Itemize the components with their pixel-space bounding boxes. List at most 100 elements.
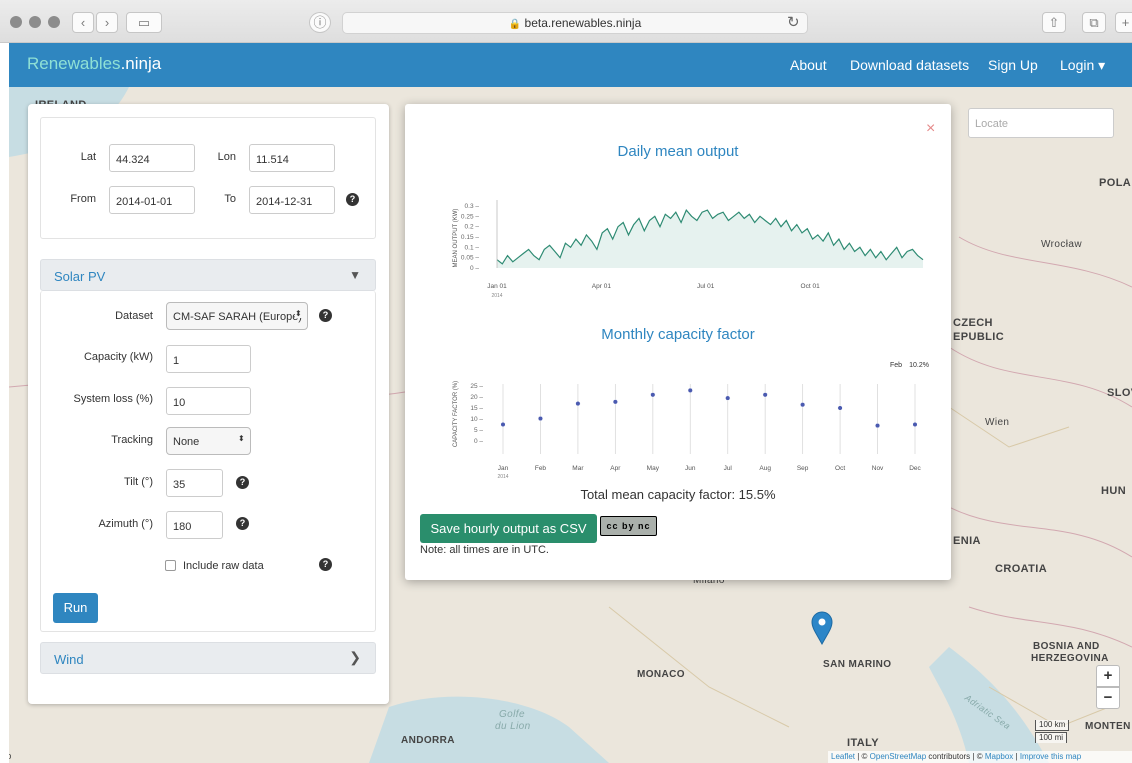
- monthly-x-tick: Jan: [498, 465, 509, 472]
- monthly-x-tick: Nov: [872, 465, 884, 472]
- close-window-dot[interactable]: [10, 16, 22, 28]
- monthly-x-tick: Dec: [909, 465, 921, 472]
- map-label-republic: EPUBLIC: [953, 331, 1005, 343]
- address-bar[interactable]: 🔒 beta.renewables.ninja: [342, 12, 808, 34]
- azimuth-label: Azimuth (°): [98, 518, 153, 530]
- run-button[interactable]: Run: [53, 593, 98, 623]
- save-csv-button[interactable]: Save hourly output as CSV: [420, 514, 597, 543]
- scale-mi: 100 mi: [1035, 732, 1068, 743]
- map-label-bosnia: BOSNIA AND: [1033, 641, 1100, 652]
- to-date-input[interactable]: 2014-12-31: [249, 186, 335, 214]
- monthly-x-tick: Apr: [610, 465, 621, 472]
- tracking-label: Tracking: [111, 434, 153, 446]
- monthly-y-tick: 5 –: [474, 427, 483, 434]
- monthly-point: [650, 392, 656, 398]
- include-raw-checkbox[interactable]: [165, 560, 176, 571]
- monthly-point: [912, 421, 918, 428]
- azimuth-help-icon[interactable]: ?: [236, 517, 249, 530]
- monthly-x-tick: Jul: [724, 465, 733, 472]
- solar-pv-header[interactable]: Solar PV ▼: [40, 259, 376, 291]
- monthly-x-tick: Jun: [685, 465, 696, 472]
- capacity-input[interactable]: 1: [166, 345, 251, 373]
- locate-input[interactable]: Locate: [968, 108, 1114, 138]
- map-label-czech: CZECH: [953, 317, 993, 329]
- share-icon[interactable]: ⇧: [1042, 12, 1066, 33]
- reload-icon[interactable]: ↻: [787, 13, 800, 31]
- map-label-poland: POLA: [1099, 177, 1132, 189]
- daily-y-tick: 0 –: [470, 265, 479, 272]
- monthly-point: [612, 399, 618, 405]
- to-label: To: [224, 193, 236, 205]
- forward-button[interactable]: ›: [96, 12, 118, 33]
- solar-pv-title: Solar PV: [54, 269, 106, 284]
- map-label-san-marino: SAN MARINO: [823, 659, 892, 670]
- dataset-help-icon[interactable]: ?: [319, 309, 332, 322]
- lat-input[interactable]: 44.324: [109, 144, 195, 172]
- wind-header[interactable]: Wind ❯: [40, 642, 376, 674]
- url-text: beta.renewables.ninja: [524, 16, 642, 30]
- brand-logo[interactable]: Renewables.ninja: [27, 54, 161, 74]
- zoom-in-button[interactable]: +: [1096, 665, 1120, 687]
- back-button[interactable]: ‹: [72, 12, 94, 33]
- tilt-input[interactable]: 35: [166, 469, 223, 497]
- monthly-x-tick: Mar: [572, 465, 584, 472]
- dataset-select-arrow-icon: ⬍: [295, 309, 302, 318]
- daily-y-tick: 0.05 –: [461, 255, 479, 262]
- from-date-input[interactable]: 2014-01-01: [109, 186, 195, 214]
- tilt-label: Tilt (°): [123, 476, 153, 488]
- monthly-x-tick: Sep: [797, 465, 809, 472]
- zoom-window-dot[interactable]: [48, 16, 60, 28]
- daily-y-tick: 0.2 –: [465, 224, 480, 231]
- azimuth-input[interactable]: 180: [166, 511, 223, 539]
- nav-login[interactable]: Login ▾: [1060, 57, 1105, 74]
- daily-x-tick: Oct 01: [801, 283, 821, 290]
- daily-y-tick: 0.3 –: [465, 203, 480, 210]
- new-tab-icon[interactable]: +: [1115, 12, 1132, 33]
- tabs-icon[interactable]: ⧉: [1082, 12, 1106, 33]
- nav-about[interactable]: About: [790, 57, 827, 73]
- chart-title-monthly: Monthly capacity factor: [601, 326, 755, 343]
- close-icon[interactable]: ×: [926, 120, 935, 138]
- tilt-help-icon[interactable]: ?: [236, 476, 249, 489]
- minimize-window-dot[interactable]: [29, 16, 41, 28]
- map-label-wroclaw: Wrocław: [1041, 239, 1082, 250]
- from-label: From: [70, 193, 96, 205]
- results-modal: × Daily mean output MEAN OUTPUT (KW) 0 – 0…: [405, 104, 951, 580]
- zoom-out-button[interactable]: −: [1096, 687, 1120, 709]
- lat-label: Lat: [80, 151, 96, 163]
- date-help-icon[interactable]: ?: [346, 193, 359, 206]
- cc-license-badge[interactable]: cc by nc: [600, 516, 657, 536]
- daily-y-axis-label: MEAN OUTPUT (KW): [453, 209, 459, 268]
- dataset-select[interactable]: CM-SAF SARAH (Europe): [166, 302, 308, 330]
- mapbox-link[interactable]: Mapbox: [985, 752, 1013, 761]
- monthly-point: [500, 421, 506, 428]
- sidebar-toggle-icon[interactable]: ▭: [126, 12, 162, 33]
- osm-link[interactable]: OpenStreetMap: [870, 752, 926, 761]
- lon-input[interactable]: 11.514: [249, 144, 335, 172]
- capacity-label: Capacity (kW): [83, 351, 153, 363]
- chart-title-daily: Daily mean output: [617, 143, 739, 160]
- map-label-montenegro: MONTEN: [1085, 721, 1131, 732]
- daily-output-chart: MEAN OUTPUT (KW) 0 – 0.05 – 0.1 – 0.15 – 0.2 …: [453, 200, 924, 299]
- monthly-x-tick-year: 2014: [497, 474, 508, 480]
- dataset-value: CM-SAF SARAH (Europe): [173, 311, 302, 323]
- monthly-point: [800, 402, 806, 408]
- raw-data-help-icon[interactable]: ?: [319, 558, 332, 571]
- monthly-y-tick: 10 –: [470, 416, 483, 423]
- system-loss-input[interactable]: 10: [166, 387, 251, 415]
- map-attribution: Leaflet | © OpenStreetMap contributors |…: [828, 751, 1132, 763]
- monthly-y-tick: 25 –: [470, 383, 483, 390]
- daily-x-tick-year: 2014: [491, 293, 502, 299]
- nav-sign-up[interactable]: Sign Up: [988, 57, 1038, 73]
- nav-download-datasets[interactable]: Download datasets: [850, 57, 969, 73]
- location-marker-icon[interactable]: [811, 611, 833, 645]
- daily-y-tick: 0.25 –: [461, 213, 479, 220]
- improve-map-link[interactable]: Improve this map: [1020, 752, 1081, 761]
- privacy-shield-icon[interactable]: ⓘ: [309, 12, 331, 33]
- wind-title: Wind: [54, 652, 84, 667]
- daily-area-fill: [497, 210, 923, 268]
- monthly-capacity-chart: CAPACITY FACTOR (%) 0 – 5 – 10 – 15 – 20 – 25 …: [453, 362, 929, 480]
- map-label-go: go: [9, 751, 12, 761]
- leaflet-link[interactable]: Leaflet: [831, 752, 855, 761]
- monthly-y-axis-label: CAPACITY FACTOR (%): [453, 381, 459, 447]
